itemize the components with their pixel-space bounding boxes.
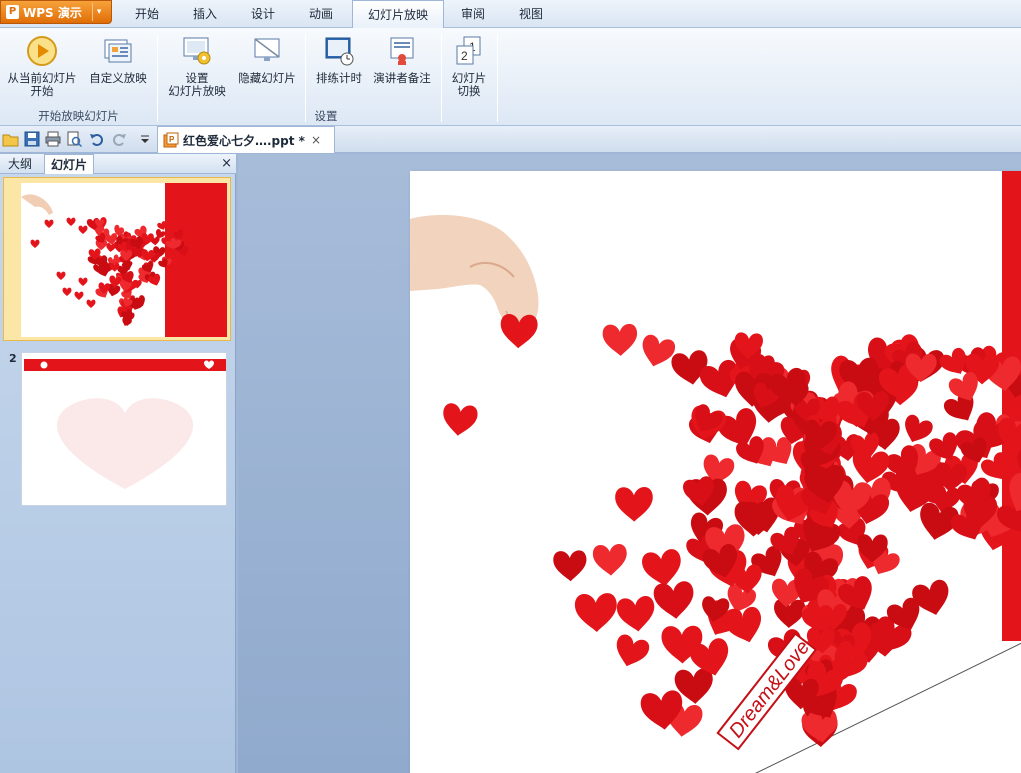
timer-icon: [325, 37, 354, 66]
heart-shape: [615, 487, 653, 522]
redo-icon[interactable]: [110, 130, 128, 148]
tab-slides[interactable]: 幻灯片: [44, 154, 95, 174]
presenter-notes-icon: [390, 37, 414, 65]
menu-tab-bar: P WPS 演示 ▾ 开始 插入 设计 动画 幻灯片放映 审阅 视图: [0, 0, 1021, 29]
app-name: WPS 演示: [23, 5, 82, 20]
presenter-notes-button[interactable]: 演讲者备注: [370, 34, 434, 85]
quick-access-toolbar: P 红色爱心七夕….ppt * ×: [0, 126, 1021, 153]
tab-slideshow[interactable]: 幻灯片放映: [352, 0, 444, 29]
ribbon: 从当前幻灯片 开始 自定义放映 开始放映幻灯片 设置 幻灯片放映 隐藏幻灯片 排…: [0, 28, 1021, 126]
custom-show-label: 自定义放映: [89, 71, 147, 85]
heart-shape: [592, 543, 627, 576]
custom-show-icon: [104, 39, 132, 63]
from-current-slide-button[interactable]: 从当前幻灯片 开始: [4, 34, 80, 98]
rehearse-timings-label: 排练计时: [316, 71, 362, 85]
print-preview-icon[interactable]: [65, 130, 83, 148]
presenter-notes-label: 演讲者备注: [373, 71, 431, 85]
save-icon[interactable]: [23, 130, 41, 148]
panel-close-icon[interactable]: ×: [221, 154, 232, 174]
heart-shape: [616, 596, 655, 632]
heart-shape: [642, 549, 681, 587]
hide-slide-icon: [254, 38, 280, 61]
red-side-bar: [1002, 171, 1021, 641]
group-label-start-show: 开始放映幻灯片: [38, 109, 119, 123]
heart-shape: [905, 414, 933, 443]
tab-animation[interactable]: 动画: [298, 0, 344, 28]
from-current-slide-label-2: 开始: [30, 84, 54, 98]
slide-transition-button[interactable]: 1 2 幻灯片 切换: [446, 34, 492, 98]
ribbon-separator: [157, 34, 158, 122]
panel-tabs: 大纲 幻灯片 ×: [0, 154, 236, 174]
heart-shape: [78, 277, 88, 286]
heart-shape: [553, 550, 587, 582]
hide-slide-button[interactable]: 隐藏幻灯片: [234, 34, 300, 85]
heart-shape: [56, 271, 66, 280]
customize-toolbar-icon[interactable]: [136, 130, 154, 148]
document-title: 红色爱心七夕….ppt *: [183, 133, 305, 148]
hand-illustration: [410, 215, 539, 329]
heart-shape: [653, 581, 694, 619]
heart-shape: [74, 291, 84, 300]
tab-insert[interactable]: 插入: [182, 0, 228, 28]
setup-slideshow-button[interactable]: 设置 幻灯片放映: [163, 34, 231, 98]
slide-canvas[interactable]: Dream&Love: [410, 171, 1021, 773]
undo-icon[interactable]: [88, 130, 106, 148]
chevron-down-icon[interactable]: ▾: [97, 7, 102, 17]
heart-shape: [616, 634, 650, 667]
slide-2-preview: [24, 359, 226, 489]
slide-artwork: Dream&Love: [410, 171, 1021, 773]
tab-outline[interactable]: 大纲: [2, 154, 38, 174]
svg-text:2: 2: [461, 49, 468, 63]
heart-shape: [66, 217, 76, 226]
ribbon-separator: [497, 34, 498, 122]
setup-gear-icon: [183, 37, 211, 65]
tab-design[interactable]: 设计: [240, 0, 286, 28]
slide-number: 2: [9, 352, 17, 365]
slide-editing-area: Dream&Love: [238, 154, 1021, 773]
tab-view[interactable]: 视图: [508, 0, 554, 28]
wps-logo-icon: P: [6, 5, 19, 19]
heart-shape: [574, 593, 617, 633]
rehearse-timings-button[interactable]: 排练计时: [310, 34, 368, 85]
slides-panel: 大纲 幻灯片 × 1 2: [0, 154, 236, 773]
group-label-setup: 设置: [314, 109, 338, 123]
svg-text:P: P: [169, 135, 175, 144]
slide-1-preview: [21, 183, 227, 337]
print-icon[interactable]: [44, 130, 62, 148]
app-button-divider: [91, 3, 93, 21]
heart-shape: [106, 242, 116, 252]
ribbon-separator: [441, 34, 442, 122]
play-icon: [27, 36, 57, 66]
tab-review[interactable]: 审阅: [450, 0, 496, 28]
ppt-file-icon: P: [163, 132, 179, 148]
heart-shape: [30, 239, 40, 248]
custom-show-button[interactable]: 自定义放映: [84, 34, 152, 85]
heart-shape: [602, 323, 638, 356]
slide-transition-label-2: 切换: [457, 84, 481, 98]
heart-shape: [44, 219, 54, 228]
setup-slideshow-label-2: 幻灯片放映: [168, 84, 226, 98]
heart-shape: [86, 299, 96, 308]
hide-slide-label: 隐藏幻灯片: [238, 71, 296, 85]
heart-shape: [78, 225, 88, 234]
heart-shape: [642, 334, 676, 367]
slide-thumbnail-1[interactable]: [21, 183, 227, 337]
open-folder-icon[interactable]: [2, 130, 20, 148]
transition-icon: 1 2: [456, 36, 481, 65]
app-menu-button[interactable]: P WPS 演示 ▾: [0, 0, 112, 24]
slide-thumbnail-2[interactable]: [21, 352, 227, 506]
heart-shape: [443, 403, 478, 436]
heart-shape: [62, 287, 72, 296]
heart-cluster: [443, 313, 1021, 748]
document-tab[interactable]: P 红色爱心七夕….ppt * ×: [157, 126, 335, 153]
tab-home[interactable]: 开始: [124, 0, 170, 28]
close-document-icon[interactable]: ×: [311, 133, 321, 147]
